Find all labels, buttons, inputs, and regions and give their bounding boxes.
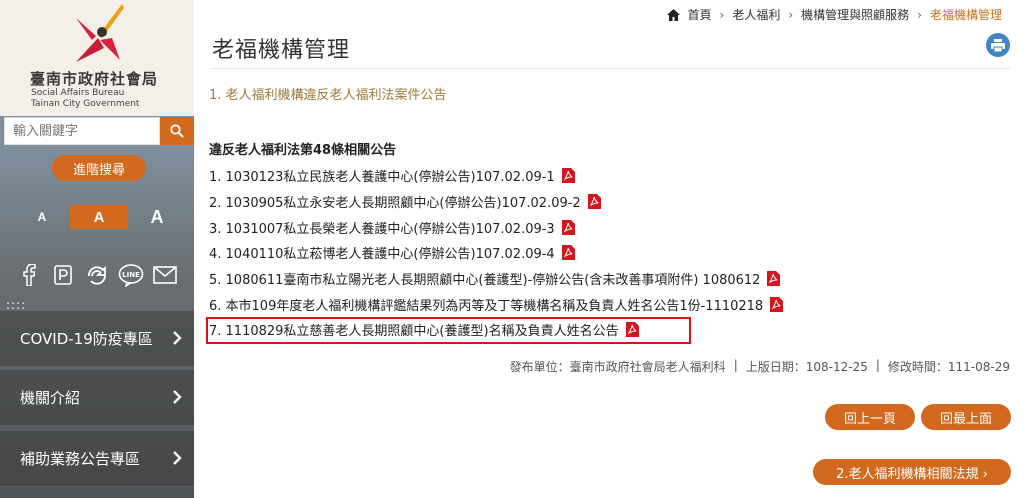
publish-info: 發布單位：臺南市政府社會局老人福利科 | 上版日期：108-12-25 | 修改… bbox=[510, 358, 1010, 375]
font-size-switcher: A A A bbox=[0, 205, 194, 229]
breadcrumb-separator: › bbox=[917, 7, 922, 22]
menu-item-label: COVID-19防疫專區 bbox=[20, 330, 153, 348]
breadcrumb-institution-care[interactable]: 機構管理與照顧服務 bbox=[801, 6, 909, 23]
menu-item-label: 補助業務公告專區 bbox=[20, 450, 141, 468]
printer-icon bbox=[991, 38, 1005, 52]
breadcrumb-separator: › bbox=[788, 7, 794, 22]
menu-item-label: 機關介紹 bbox=[20, 389, 81, 407]
line-icon[interactable]: LINE bbox=[118, 262, 144, 288]
plurk-icon[interactable] bbox=[50, 262, 76, 288]
document-title[interactable]: 4. 1040110私立菘博老人養護中心(停辦公告)107.02.09-4 bbox=[209, 243, 555, 262]
sidebar: 臺南市政府社會局 Social Affairs Bureau Tainan Ci… bbox=[0, 0, 194, 498]
chevron-right-icon bbox=[173, 390, 182, 404]
online-date: 上版日期：108-12-25 bbox=[745, 360, 868, 374]
main-content: 首頁 › 老人福利 › 機構管理與照顧服務 › 老福機構管理 老福機構管理 1.… bbox=[194, 0, 1024, 498]
more-dots: :::: bbox=[6, 298, 27, 312]
meta-separator: | bbox=[733, 358, 738, 372]
social-links: LINE bbox=[16, 262, 186, 288]
section-heading: 違反老人福利法第48條相關公告 bbox=[209, 143, 397, 158]
sub-link-violation-cases[interactable]: 1. 老人福利機構違反老人福利法案件公告 bbox=[209, 84, 447, 103]
facebook-icon[interactable] bbox=[16, 262, 42, 288]
pdf-icon[interactable] bbox=[770, 296, 784, 312]
document-item[interactable]: 5. 1080611臺南市私立陽光老人長期照顧中心(養護型)-停辦公告(含未改善… bbox=[209, 266, 1009, 292]
logo-en-line2: Tainan City Government bbox=[31, 99, 140, 109]
chevron-right-icon bbox=[173, 331, 182, 345]
document-item[interactable]: 6. 本市109年度老人福利機構評鑑結果列為丙等及丁等機構名稱及負責人姓名公告1… bbox=[209, 291, 1009, 317]
logo-en-line1: Social Affairs Bureau bbox=[31, 88, 125, 98]
logo-mark-icon bbox=[76, 4, 124, 62]
print-button[interactable] bbox=[986, 33, 1010, 57]
highlight-box bbox=[206, 317, 691, 344]
back-to-top-button[interactable]: 回最上面 bbox=[921, 404, 1011, 430]
document-item[interactable]: 2. 1030905私立永安老人長期照顧中心(停辦公告)107.02.09-2 bbox=[209, 189, 1009, 215]
font-size-medium[interactable]: A bbox=[70, 205, 128, 229]
home-icon[interactable] bbox=[666, 8, 680, 21]
breadcrumb: 首頁 › 老人福利 › 機構管理與照顧服務 › 老福機構管理 bbox=[666, 6, 1002, 23]
modified-date: 修改時間：111-08-29 bbox=[887, 360, 1010, 374]
font-size-large[interactable]: A bbox=[142, 205, 172, 229]
menu-item-covid[interactable]: COVID-19防疫專區 bbox=[0, 311, 194, 367]
document-title[interactable]: 6. 本市109年度老人福利機構評鑑結果列為丙等及丁等機構名稱及負責人姓名公告1… bbox=[209, 295, 763, 314]
back-button[interactable]: 回上一頁 bbox=[825, 404, 915, 430]
pdf-icon[interactable] bbox=[561, 245, 575, 261]
breadcrumb-separator: › bbox=[719, 7, 725, 22]
menu-item-subsidy[interactable]: 補助業務公告專區 bbox=[0, 431, 194, 487]
document-item[interactable]: 3. 1031007私立長榮老人養護中心(停辦公告)107.02.09-3 bbox=[209, 214, 1009, 240]
document-title[interactable]: 1. 1030123私立民族老人養護中心(停辦公告)107.02.09-1 bbox=[209, 166, 555, 185]
pdf-icon[interactable] bbox=[767, 271, 781, 287]
next-section-button[interactable]: 2.老人福利機構相關法規 › bbox=[813, 459, 1011, 485]
chevron-right-icon bbox=[173, 451, 182, 465]
pdf-icon[interactable] bbox=[561, 219, 575, 235]
search-input[interactable] bbox=[4, 117, 160, 145]
meta-separator: | bbox=[875, 358, 880, 372]
search-bar bbox=[4, 117, 194, 145]
mail-icon[interactable] bbox=[152, 262, 178, 288]
logo[interactable]: 臺南市政府社會局 Social Affairs Bureau Tainan Ci… bbox=[0, 0, 194, 116]
publisher: 發布單位：臺南市政府社會局老人福利科 bbox=[509, 360, 726, 374]
document-item[interactable]: 1. 1030123私立民族老人養護中心(停辦公告)107.02.09-1 bbox=[209, 163, 1009, 189]
search-button[interactable] bbox=[160, 117, 194, 145]
pdf-icon[interactable] bbox=[561, 168, 575, 184]
menu-item-about[interactable]: 機關介紹 bbox=[0, 370, 194, 426]
search-icon bbox=[170, 124, 184, 138]
document-title[interactable]: 2. 1030905私立永安老人長期照顧中心(停辦公告)107.02.09-2 bbox=[209, 192, 581, 211]
share-icon[interactable] bbox=[84, 262, 110, 288]
document-title[interactable]: 5. 1080611臺南市私立陽光老人長期照顧中心(養護型)-停辦公告(含未改善… bbox=[209, 269, 760, 288]
document-item[interactable]: 4. 1040110私立菘博老人養護中心(停辦公告)107.02.09-4 bbox=[209, 240, 1009, 266]
page-title: 老福機構管理 bbox=[212, 38, 351, 63]
advanced-search-button[interactable]: 進階搜尋 bbox=[52, 155, 146, 181]
breadcrumb-home[interactable]: 首頁 bbox=[688, 6, 712, 23]
pdf-icon[interactable] bbox=[587, 194, 601, 210]
document-title[interactable]: 3. 1031007私立長榮老人養護中心(停辦公告)107.02.09-3 bbox=[209, 218, 555, 237]
logo-cn-text: 臺南市政府社會局 bbox=[30, 70, 159, 88]
breadcrumb-elderly-welfare[interactable]: 老人福利 bbox=[732, 6, 780, 23]
document-list: 1. 1030123私立民族老人養護中心(停辦公告)107.02.09-1 2.… bbox=[209, 163, 1009, 343]
font-size-small[interactable]: A bbox=[30, 205, 54, 229]
title-divider bbox=[212, 68, 1010, 69]
svg-text:LINE: LINE bbox=[122, 271, 140, 279]
breadcrumb-current: 老福機構管理 bbox=[929, 8, 1002, 22]
